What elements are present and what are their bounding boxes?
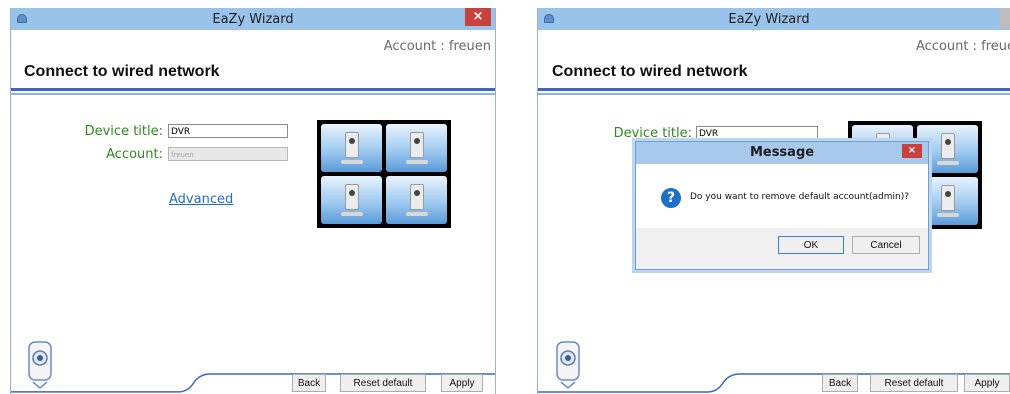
apply-button[interactable]: Apply [441, 374, 483, 392]
window-title: EaZy Wizard [212, 12, 294, 27]
device-title-input[interactable]: DVR [168, 124, 288, 138]
camera-icon [410, 184, 424, 210]
device-title-label: Device title: [84, 124, 163, 139]
wizard-window-left: EaZy Wizard × Account : freuen Connect t… [10, 8, 496, 394]
camera-logo-icon [556, 341, 580, 389]
question-icon: ? [661, 188, 681, 208]
camera-icon [941, 133, 955, 159]
heading-divider-secondary [11, 93, 495, 95]
title-bar: EaZy Wizard × [11, 8, 495, 30]
reset-default-button[interactable]: Reset default [340, 374, 426, 392]
advanced-link[interactable]: Advanced [169, 192, 233, 207]
dialog-message: Do you want to remove default account(ad… [690, 192, 909, 202]
close-button[interactable]: × [465, 8, 491, 26]
camera-tile[interactable] [386, 124, 447, 172]
dialog-footer: OK Cancel [636, 228, 928, 269]
account-input: freuen [168, 147, 288, 161]
heading-divider [11, 88, 495, 91]
reset-default-button[interactable]: Reset default [870, 374, 958, 392]
cancel-button[interactable]: Cancel [852, 236, 920, 254]
camera-icon [345, 184, 359, 210]
camera-icon [345, 132, 359, 158]
wizard-window-right: EaZy Wizard Account : freuen Connect to … [537, 8, 1010, 394]
heading-divider [538, 88, 1010, 91]
ok-button[interactable]: OK [778, 236, 844, 254]
close-button[interactable] [1000, 8, 1010, 28]
back-button[interactable]: Back [822, 374, 858, 392]
title-bar: EaZy Wizard [538, 8, 1010, 30]
account-info: Account : freuen [383, 39, 491, 54]
camera-preview-grid [317, 120, 451, 228]
apply-button[interactable]: Apply [964, 374, 1010, 392]
camera-tile[interactable] [386, 176, 447, 224]
device-title-input[interactable]: DVR [696, 126, 818, 140]
dialog-title: Message [749, 145, 815, 160]
account-info: Account : freuen [916, 39, 1010, 54]
heading-divider-secondary [538, 93, 1010, 95]
message-dialog: Message × ? Do you want to remove defaul… [635, 141, 929, 270]
account-label: Account: [106, 147, 163, 162]
page-heading: Connect to wired network [24, 63, 220, 80]
camera-tile[interactable] [321, 176, 382, 224]
camera-logo-icon [28, 341, 52, 389]
back-button[interactable]: Back [292, 374, 326, 392]
device-title-label: Device title: [613, 126, 692, 141]
camera-tile[interactable] [321, 124, 382, 172]
camera-icon [410, 132, 424, 158]
page-heading: Connect to wired network [552, 63, 748, 80]
dialog-title-bar: Message × [636, 142, 928, 164]
window-title: EaZy Wizard [728, 12, 810, 27]
dialog-close-button[interactable]: × [902, 144, 922, 158]
camera-icon [941, 185, 955, 211]
